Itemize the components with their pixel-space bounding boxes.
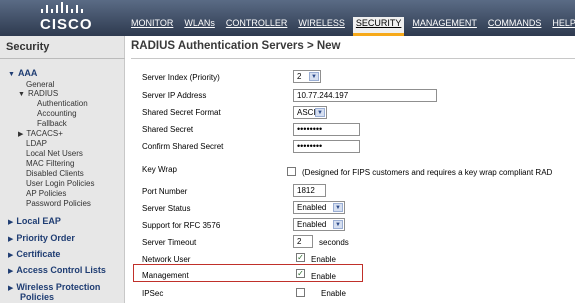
menu-controller[interactable]: CONTROLLER	[223, 17, 291, 35]
triangle-right-icon: ▶	[8, 219, 14, 226]
key-wrap-label: Key Wrap	[142, 165, 177, 174]
shared-secret-label: Shared Secret	[142, 125, 194, 134]
top-header: CISCO MONITOR WLANs CONTROLLER WIRELESS …	[0, 0, 575, 36]
shared-secret-input[interactable]: ••••••••	[293, 123, 360, 136]
rfc3576-value: Enabled	[297, 220, 327, 229]
main-menu: MONITOR WLANs CONTROLLER WIRELESS SECURI…	[128, 17, 575, 36]
sidebar-divider	[0, 58, 125, 59]
menu-monitor[interactable]: MONITOR	[128, 17, 176, 35]
sidebar-item-accounting[interactable]: Accounting	[37, 109, 77, 118]
logo-text: CISCO	[40, 16, 93, 33]
chevron-down-icon: ▼	[309, 72, 319, 81]
server-status-label: Server Status	[142, 204, 191, 213]
sidebar-item-priority-order[interactable]: ▶ Priority Order	[8, 233, 75, 243]
triangle-right-icon: ▶	[8, 252, 14, 259]
sidebar-item-user-login-policies[interactable]: User Login Policies	[26, 179, 94, 188]
chevron-down-icon: ▼	[333, 220, 343, 229]
secret-format-select[interactable]: ASCII ▼	[293, 106, 327, 119]
sidebar-item-local-net-users[interactable]: Local Net Users	[26, 149, 83, 158]
sidebar-title: Security	[6, 41, 50, 53]
sidebar-item-general[interactable]: General	[26, 80, 54, 89]
sidebar-item-label: TACACS+	[26, 129, 63, 138]
menu-commands[interactable]: COMMANDS	[485, 17, 545, 35]
port-number-input[interactable]: 1812	[293, 184, 326, 197]
server-index-label: Server Index (Priority)	[142, 73, 220, 82]
sidebar-item-aaa[interactable]: ▼ AAA	[8, 68, 37, 78]
triangle-down-icon: ▼	[18, 91, 25, 98]
menu-security[interactable]: SECURITY	[352, 17, 405, 36]
sidebar-item-radius[interactable]: ▼ RADIUS	[18, 89, 58, 98]
management-checkbox[interactable]: ✓	[296, 269, 305, 278]
server-index-value: 2	[297, 72, 302, 81]
confirm-secret-label: Confirm Shared Secret	[142, 142, 224, 151]
cisco-logo: CISCO	[33, 2, 103, 33]
sidebar-item-fallback[interactable]: Fallback	[37, 119, 67, 128]
ipsec-label: IPSec	[142, 289, 164, 298]
triangle-right-icon: ▶	[8, 285, 14, 292]
server-index-select[interactable]: 2 ▼	[293, 70, 321, 83]
sidebar-item-local-eap[interactable]: ▶ Local EAP	[8, 216, 61, 226]
server-timeout-unit: seconds	[319, 238, 349, 247]
chevron-down-icon: ▼	[333, 203, 343, 212]
cisco-bridge-logo-icon	[41, 2, 83, 13]
sidebar-item-label: Wireless Protection	[16, 282, 101, 292]
rfc3576-select[interactable]: Enabled ▼	[293, 218, 345, 231]
menu-wlans[interactable]: WLANs	[181, 17, 218, 35]
page-title: RADIUS Authentication Servers > New	[131, 40, 341, 52]
server-timeout-input[interactable]: 2	[293, 235, 313, 248]
sidebar-item-wireless-protection[interactable]: ▶ Wireless Protection	[8, 282, 100, 292]
network-user-label: Network User	[142, 255, 191, 264]
sidebar-item-ldap[interactable]: LDAP	[26, 139, 47, 148]
management-enable-label: Enable	[311, 272, 336, 281]
server-ip-label: Server IP Address	[142, 91, 207, 100]
server-status-value: Enabled	[297, 203, 327, 212]
secret-format-label: Shared Secret Format	[142, 108, 221, 117]
sidebar-item-label: Certificate	[16, 249, 61, 259]
chevron-down-icon: ▼	[315, 108, 325, 117]
sidebar-item-label: AAA	[17, 68, 38, 78]
sidebar-item-ap-policies[interactable]: AP Policies	[26, 189, 66, 198]
sidebar-item-wireless-protection-line2[interactable]: Policies	[20, 292, 54, 302]
server-ip-input[interactable]: 10.77.244.197	[293, 89, 437, 102]
port-number-label: Port Number	[142, 187, 188, 196]
network-user-enable-label: Enable	[311, 255, 336, 264]
rfc3576-label: Support for RFC 3576	[142, 221, 221, 230]
sidebar-item-tacacs[interactable]: ▶ TACACS+	[18, 129, 63, 138]
sidebar-item-label: Access Control Lists	[16, 265, 106, 275]
key-wrap-checkbox[interactable]	[287, 167, 296, 176]
server-status-select[interactable]: Enabled ▼	[293, 201, 345, 214]
triangle-right-icon: ▶	[8, 236, 14, 243]
server-timeout-label: Server Timeout	[142, 238, 197, 247]
sidebar-item-label: Local EAP	[16, 216, 61, 226]
ipsec-checkbox[interactable]	[296, 288, 305, 297]
management-label: Management	[142, 271, 189, 280]
menu-help[interactable]: HELP	[549, 17, 575, 35]
sidebar-item-mac-filtering[interactable]: MAC Filtering	[26, 159, 74, 168]
triangle-down-icon: ▼	[8, 71, 15, 78]
confirm-secret-input[interactable]: ••••••••	[293, 140, 360, 153]
triangle-right-icon: ▶	[18, 131, 24, 138]
sidebar: Security ▼ AAA General ▼ RADIUS Authentica…	[0, 36, 125, 303]
sidebar-item-authentication[interactable]: Authentication	[37, 99, 88, 108]
menu-management[interactable]: MANAGEMENT	[409, 17, 480, 35]
network-user-checkbox[interactable]: ✓	[296, 253, 305, 262]
sidebar-item-label: RADIUS	[27, 89, 59, 98]
sidebar-item-label: Priority Order	[16, 233, 75, 243]
sidebar-item-certificate[interactable]: ▶ Certificate	[8, 249, 60, 259]
sidebar-item-password-policies[interactable]: Password Policies	[26, 199, 91, 208]
menu-wireless[interactable]: WIRELESS	[295, 17, 348, 35]
sidebar-item-access-control-lists[interactable]: ▶ Access Control Lists	[8, 265, 106, 275]
sidebar-item-disabled-clients[interactable]: Disabled Clients	[26, 169, 84, 178]
key-wrap-note: (Designed for FIPS customers and require…	[302, 168, 553, 177]
title-divider	[131, 58, 575, 59]
ipsec-enable-label: Enable	[321, 289, 346, 298]
triangle-right-icon: ▶	[8, 268, 14, 275]
